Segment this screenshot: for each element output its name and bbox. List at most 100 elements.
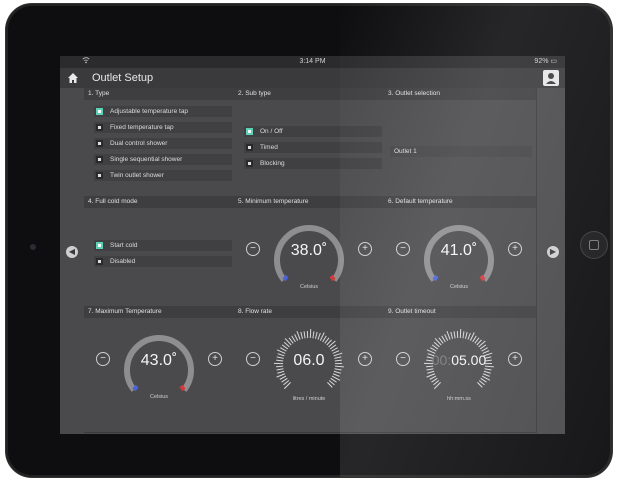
dial-value: 06.0 <box>293 352 325 369</box>
dial-tick <box>324 337 330 344</box>
dial-tick <box>483 370 491 374</box>
dial-tick <box>472 335 477 343</box>
dial-tick <box>446 330 451 340</box>
dial-tick <box>426 373 436 378</box>
decrease-button[interactable]: − <box>96 352 110 366</box>
default-temp-dial[interactable]: 41.0˚ Celsius <box>416 214 502 294</box>
dial-tick <box>303 331 306 339</box>
dial-unit: Celsius <box>149 394 169 400</box>
dial-tick <box>431 344 439 350</box>
increase-button[interactable]: + <box>358 242 372 256</box>
max-temp-dial[interactable]: 43.0˚ Celsius <box>116 324 202 404</box>
option-fixed-temperature-tap[interactable]: Fixed temperature tap <box>94 122 232 133</box>
title-bar: Outlet Setup <box>60 68 565 88</box>
dial-tick <box>329 344 337 350</box>
decrease-button[interactable]: − <box>396 242 410 256</box>
panel-header: 2. Sub type <box>234 88 384 100</box>
dial-tick <box>433 380 440 386</box>
dial-value-main: 05.00 <box>451 352 487 368</box>
dial-unit: Celsius <box>299 284 319 290</box>
option-single-sequential-shower[interactable]: Single sequential shower <box>94 154 232 165</box>
panel-maximum-temperature: 7. Maximum Temperature − + 43.0˚ Celsius <box>84 306 235 433</box>
dial-tick <box>431 377 438 383</box>
option-dual-control-shower[interactable]: Dual control shower <box>94 138 232 149</box>
next-arrow-button[interactable]: ▶ <box>547 246 559 258</box>
dial-tick <box>441 335 446 343</box>
panel-outlet-timeout: 9. Outlet timeout − + 00:05.00 hh:mm.ss <box>384 306 537 433</box>
dial-tick <box>279 375 287 380</box>
panel-header: 4. Full cold mode <box>84 196 234 208</box>
previous-arrow-button[interactable]: ◀ <box>66 246 78 258</box>
timeout-dial[interactable]: 00:05.00 hh:mm.ss <box>416 324 502 404</box>
panel-header: 5. Minimum temperature <box>234 196 384 208</box>
option-timed[interactable]: Timed <box>244 142 382 153</box>
min-temp-dial[interactable]: 38.0˚ Celsius <box>266 214 352 294</box>
dial-tick <box>326 339 332 346</box>
dial-tick <box>474 337 480 344</box>
option-adjustable-temperature-tap[interactable]: Adjustable temperature tap <box>94 106 232 117</box>
decrease-button[interactable]: − <box>396 352 410 366</box>
dial-tick <box>426 368 434 371</box>
dial-tick <box>433 341 440 348</box>
dial-tick <box>333 370 341 374</box>
outlet-list-item[interactable]: Outlet 1 <box>390 146 532 157</box>
increase-button[interactable]: + <box>508 242 522 256</box>
dial-tick <box>332 373 340 377</box>
settings-grid: 1. Type Adjustable temperature tap Fixed… <box>84 88 537 433</box>
dial-value-dim: 00: <box>431 352 452 368</box>
decrease-button[interactable]: − <box>246 352 260 366</box>
dial-tick <box>453 331 456 339</box>
option-start-cold[interactable]: Start cold <box>94 240 232 251</box>
dial-tick <box>478 380 485 386</box>
status-bar: 3:14 PM 92% ▭ <box>60 56 565 68</box>
home-hardware-button[interactable] <box>580 231 608 259</box>
dial-tick <box>477 382 483 388</box>
dial-tick <box>476 339 482 346</box>
home-icon[interactable] <box>66 71 80 85</box>
option-on-off[interactable]: On / Off <box>244 126 382 137</box>
panel-header: 1. Type <box>84 88 234 100</box>
dial-tick <box>296 330 301 340</box>
dial-tick <box>291 335 296 343</box>
panel-sub-type: 2. Sub type On / Off Timed Blocking <box>234 88 385 197</box>
dial-tick <box>480 377 487 383</box>
decrease-button[interactable]: − <box>246 242 260 256</box>
panel-header: 7. Maximum Temperature <box>84 306 234 318</box>
dial-value: 00:05.00 <box>424 352 494 368</box>
increase-button[interactable]: + <box>508 352 522 366</box>
dial-unit: Celsius <box>449 284 469 290</box>
dial-tick <box>444 334 449 341</box>
dial-tick <box>283 380 290 386</box>
dial-tick <box>331 347 338 352</box>
dial-tick <box>464 331 468 339</box>
user-icon[interactable] <box>543 70 559 86</box>
dial-tick <box>283 341 290 348</box>
flow-rate-dial[interactable]: 06.0 litres / minute <box>266 324 352 404</box>
dial-tick <box>327 382 333 388</box>
increase-button[interactable]: + <box>358 352 372 366</box>
dial-tick <box>429 375 437 380</box>
battery-indicator: 92% ▭ <box>534 58 557 65</box>
panel-minimum-temperature: 5. Minimum temperature − + 38.0˚ Celsius <box>234 196 385 307</box>
dial-value: 43.0˚ <box>140 352 178 369</box>
dial-tick <box>438 337 444 344</box>
dial-tick <box>276 373 286 378</box>
option-blocking[interactable]: Blocking <box>244 158 382 169</box>
dial-tick <box>481 347 488 352</box>
dial-tick <box>277 370 285 374</box>
dial-tick <box>482 373 490 377</box>
option-twin-outlet-shower[interactable]: Twin outlet shower <box>94 170 232 181</box>
increase-button[interactable]: + <box>208 352 222 366</box>
panel-header: 6. Default temperature <box>384 196 536 208</box>
dial-tick <box>300 331 304 339</box>
dial-tick <box>467 332 471 340</box>
panel-outlet-selection: 3. Outlet selection Outlet 1 <box>384 88 537 197</box>
dial-tick <box>281 344 289 350</box>
panel-header: 3. Outlet selection <box>384 88 536 100</box>
panel-flow-rate: 8. Flow rate − + 06.0 litres / minute <box>234 306 385 433</box>
dial-tick <box>288 337 294 344</box>
dial-tick <box>294 334 299 341</box>
option-disabled[interactable]: Disabled <box>94 256 232 267</box>
dial-unit: hh:mm.ss <box>447 396 471 402</box>
dial-tick <box>427 370 435 374</box>
